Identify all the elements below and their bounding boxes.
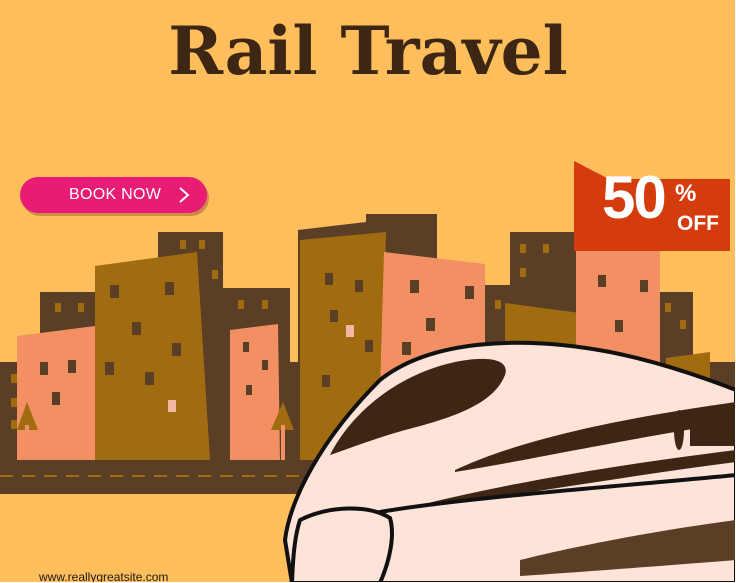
book-now-button[interactable]: BOOK NOW [20, 177, 207, 213]
discount-off-label: OFF [677, 212, 719, 235]
poster-panel: Rail Travel 50 % OFF BOOK NOW www.really… [0, 0, 735, 582]
discount-percent-symbol: % [675, 180, 697, 207]
city-train-illustration [0, 214, 735, 582]
discount-percent: 50 [602, 164, 667, 231]
website-url[interactable]: www.reallygreatsite.com [39, 571, 168, 582]
poster-canvas: Rail Travel 50 % OFF BOOK NOW www.really… [0, 0, 736, 583]
book-now-label: BOOK NOW [69, 186, 162, 203]
chevron-right-icon [179, 187, 190, 203]
